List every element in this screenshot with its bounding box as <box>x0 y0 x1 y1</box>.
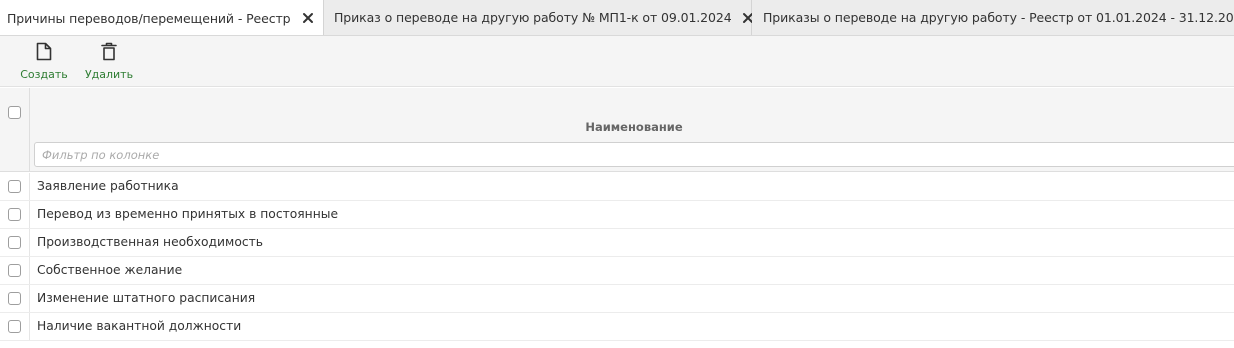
row-name: Наличие вакантной должности <box>37 319 242 333</box>
tab-bar: Причины переводов/перемещений - Реестр П… <box>0 0 1234 36</box>
row-checkbox[interactable] <box>8 180 21 193</box>
row-check-cell <box>0 173 30 200</box>
row-name: Производственная необходимость <box>37 235 264 249</box>
row-checkbox[interactable] <box>8 208 21 221</box>
document-icon <box>36 42 52 65</box>
create-label: Создать <box>20 68 68 81</box>
delete-label: Удалить <box>84 68 134 81</box>
create-button[interactable]: Создать <box>19 42 69 81</box>
row-name: Собственное желание <box>37 263 183 277</box>
table-row[interactable]: Изменение штатного расписания <box>0 285 1234 313</box>
table-row[interactable]: Заявление работника <box>0 173 1234 201</box>
table-row[interactable]: Перевод из временно принятых в постоянны… <box>0 201 1234 229</box>
row-checkbox[interactable] <box>8 236 21 249</box>
row-check-cell <box>0 313 30 340</box>
tab-transfer-reasons-registry[interactable]: Причины переводов/перемещений - Реестр <box>0 0 324 35</box>
tab-transfer-orders-registry[interactable]: Приказы о переводе на другую работу - Ре… <box>752 0 1234 35</box>
column-filter-input[interactable] <box>34 142 1234 167</box>
row-checkbox[interactable] <box>8 292 21 305</box>
row-check-cell <box>0 229 30 256</box>
tab-label: Причины переводов/перемещений - Реестр <box>7 10 291 26</box>
tab-label: Приказы о переводе на другую работу - Ре… <box>763 10 1234 25</box>
close-icon[interactable] <box>301 11 315 25</box>
trash-icon <box>101 42 117 65</box>
select-all-cell <box>0 88 30 172</box>
tab-transfer-order[interactable]: Приказ о переводе на другую работу № МП1… <box>324 0 753 35</box>
row-name: Изменение штатного расписания <box>37 291 256 305</box>
row-name: Заявление работника <box>37 179 179 193</box>
table-row[interactable]: Производственная необходимость <box>0 229 1234 257</box>
table-row[interactable]: Собственное желание <box>0 257 1234 285</box>
grid-header: Наименование <box>0 88 1234 172</box>
row-check-cell <box>0 257 30 284</box>
select-all-checkbox[interactable] <box>8 106 21 119</box>
row-name: Перевод из временно принятых в постоянны… <box>37 207 339 221</box>
table-row[interactable]: Наличие вакантной должности <box>0 313 1234 341</box>
delete-button[interactable]: Удалить <box>84 42 134 81</box>
row-checkbox[interactable] <box>8 320 21 333</box>
column-header-name[interactable]: Наименование <box>30 120 1234 134</box>
row-check-cell <box>0 201 30 228</box>
grid-body: Заявление работника Перевод из временно … <box>0 173 1234 341</box>
tab-label: Приказ о переводе на другую работу № МП1… <box>334 10 732 25</box>
toolbar: Создать Удалить <box>0 36 1234 87</box>
row-check-cell <box>0 285 30 312</box>
row-checkbox[interactable] <box>8 264 21 277</box>
